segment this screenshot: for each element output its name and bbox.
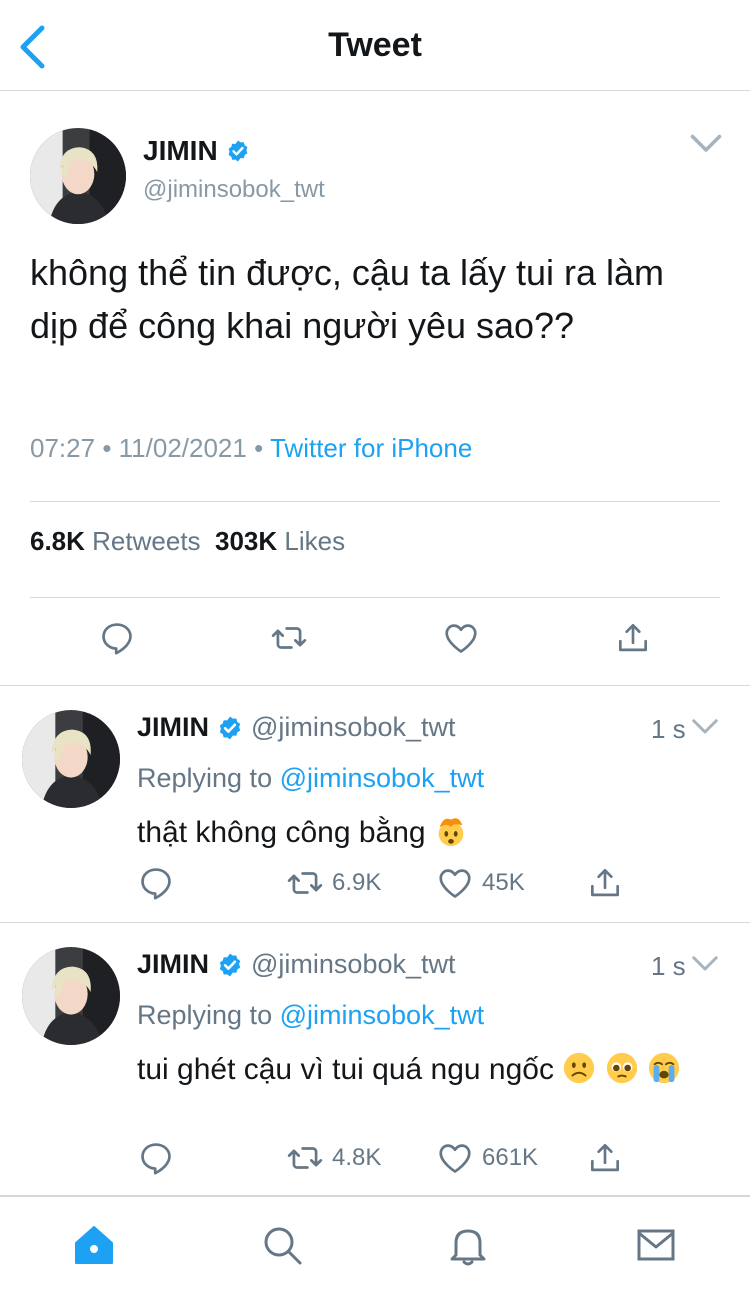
meta-separator: • <box>102 433 112 463</box>
share-icon[interactable] <box>586 1139 624 1177</box>
bell-icon[interactable] <box>446 1223 490 1267</box>
reply-text-row: tui ghét cậu vì tui quá ngu ngốc <box>137 1051 707 1089</box>
share-action[interactable] <box>586 864 624 902</box>
verified-badge-icon <box>217 952 243 978</box>
replying-label: Replying to <box>137 763 273 793</box>
mail-icon[interactable] <box>634 1223 678 1267</box>
likes-label: Likes <box>284 526 346 556</box>
replying-to: Replying to @jiminsobok_twt <box>137 763 484 794</box>
frowning-face-emoji <box>564 1052 595 1084</box>
retweets-label: Retweets <box>92 526 201 556</box>
tweet-actions <box>0 616 750 666</box>
chevron-down-icon[interactable] <box>688 129 724 159</box>
reply-action[interactable] <box>137 864 175 902</box>
retweet-icon[interactable] <box>286 1139 324 1177</box>
search-icon[interactable] <box>260 1223 304 1267</box>
author-name[interactable]: JIMIN <box>137 949 209 980</box>
replying-label: Replying to <box>137 1000 273 1030</box>
like-action[interactable]: 661K <box>436 1139 538 1177</box>
divider <box>30 501 720 502</box>
replying-to-link[interactable]: @jiminsobok_twt <box>280 763 484 793</box>
like-count: 661K <box>482 1144 539 1171</box>
author-name-row[interactable]: JIMIN <box>143 135 250 167</box>
tweet-stats: 6.8K Retweets 303K Likes <box>30 526 345 557</box>
share-action[interactable] <box>586 1139 624 1177</box>
retweet-action[interactable]: 6.9K <box>286 864 381 902</box>
reply-tweet[interactable]: JIMIN @jiminsobok_twt 1 s Replying to @j… <box>0 686 750 923</box>
author-name[interactable]: JIMIN <box>143 135 218 167</box>
reply-author-row: JIMIN @jiminsobok_twt <box>137 712 456 743</box>
reply-time: 1 s <box>651 714 686 744</box>
home-icon[interactable] <box>72 1223 116 1267</box>
retweet-icon[interactable] <box>270 619 308 657</box>
meta-separator: • <box>254 433 264 463</box>
share-icon[interactable] <box>614 619 652 657</box>
page-title: Tweet <box>328 26 422 64</box>
nav-header: Tweet <box>0 0 750 91</box>
retweet-count: 6.9K <box>332 869 382 896</box>
avatar[interactable] <box>22 710 120 808</box>
author-handle[interactable]: @jiminsobok_twt <box>251 712 455 743</box>
reply-time: 1 s <box>651 951 686 981</box>
exploding-head-emoji <box>438 818 464 847</box>
divider <box>30 597 720 598</box>
chevron-down-icon[interactable] <box>690 714 720 740</box>
retweets-stat[interactable]: 6.8K Retweets <box>30 526 201 556</box>
like-icon[interactable] <box>436 864 474 902</box>
tweet-text: không thể tin được, cậu ta lấy tui ra là… <box>30 252 665 346</box>
tab-bar <box>0 1196 750 1292</box>
pleading-face-emoji <box>606 1052 637 1084</box>
reply-icon[interactable] <box>98 619 136 657</box>
crying-face-emoji <box>648 1052 680 1084</box>
tweet-time: 07:27 <box>30 433 96 463</box>
reply-text: tui ghét cậu vì tui quá ngu ngốc <box>137 1053 554 1086</box>
reply-text-row: thật không công bằng <box>137 814 707 852</box>
main-tweet: JIMIN @jiminsobok_twt không thể tin được… <box>0 91 750 686</box>
reply-action[interactable] <box>137 1139 175 1177</box>
verified-badge-icon <box>217 715 243 741</box>
chevron-down-icon[interactable] <box>690 951 720 977</box>
tweet-meta: 07:27 • 11/02/2021 • Twitter for iPhone <box>30 433 472 464</box>
tweet-source-link[interactable]: Twitter for iPhone <box>270 433 472 463</box>
retweet-action[interactable]: 4.8K <box>286 1139 381 1177</box>
reply-text: thật không công bằng <box>137 816 426 849</box>
like-icon[interactable] <box>442 619 480 657</box>
author-handle[interactable]: @jiminsobok_twt <box>143 176 325 204</box>
author-handle[interactable]: @jiminsobok_twt <box>251 949 455 980</box>
avatar[interactable] <box>30 128 126 224</box>
likes-stat[interactable]: 303K Likes <box>215 526 345 556</box>
likes-count: 303K <box>215 526 278 556</box>
verified-badge-icon <box>226 139 250 163</box>
reply-author-row: JIMIN @jiminsobok_twt <box>137 949 456 980</box>
author-name[interactable]: JIMIN <box>137 712 209 743</box>
retweets-count: 6.8K <box>30 526 85 556</box>
like-icon[interactable] <box>436 1139 474 1177</box>
tweet-date: 11/02/2021 <box>118 433 247 463</box>
retweet-icon[interactable] <box>286 864 324 902</box>
like-count: 45K <box>482 869 525 896</box>
reply-icon[interactable] <box>137 864 175 902</box>
retweet-count: 4.8K <box>332 1144 382 1171</box>
like-action[interactable]: 45K <box>436 864 525 902</box>
replying-to-link[interactable]: @jiminsobok_twt <box>280 1000 484 1030</box>
avatar[interactable] <box>22 947 120 1045</box>
replying-to: Replying to @jiminsobok_twt <box>137 1000 484 1031</box>
share-icon[interactable] <box>586 864 624 902</box>
reply-tweet[interactable]: JIMIN @jiminsobok_twt 1 s Replying to @j… <box>0 923 750 1196</box>
reply-icon[interactable] <box>137 1139 175 1177</box>
